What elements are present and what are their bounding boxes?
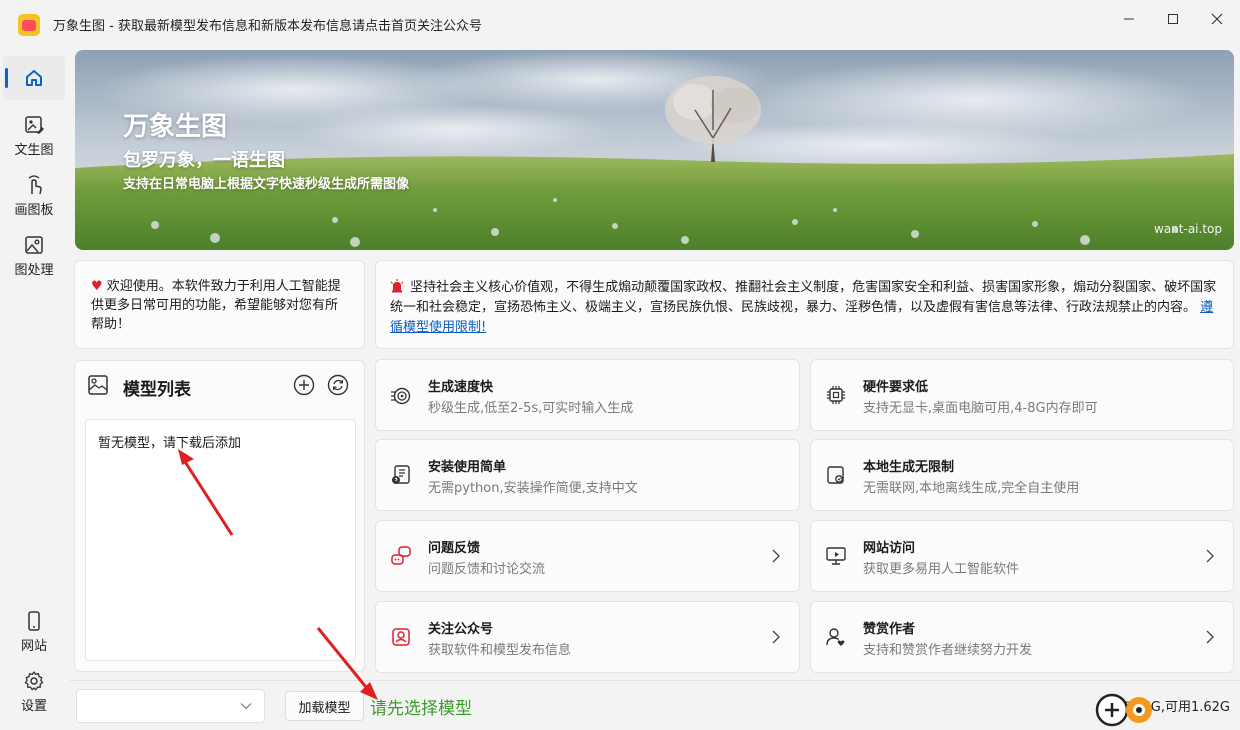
feature-card-install: 安装使用简单 无需python,安装操作简便,支持中文 — [375, 439, 800, 511]
model-list-header: 模型列表 — [75, 361, 364, 409]
feature-title: 硬件要求低 — [863, 380, 929, 395]
welcome-text: 欢迎使用。本软件致力于利用人工智能提供更多日常可用的功能，希望能够对您有所帮助！ — [91, 279, 341, 332]
feature-card-follow-account[interactable]: 关注公众号 获取软件和模型发布信息 — [375, 601, 800, 673]
status-message: 请先选择模型 — [370, 699, 472, 719]
chevron-down-icon — [240, 702, 252, 710]
model-select-dropdown[interactable] — [76, 689, 265, 723]
feature-title: 问题反馈 — [428, 541, 481, 556]
chevron-right-icon — [1205, 549, 1215, 563]
sidebar-item-label: 设置 — [20, 699, 47, 714]
chevron-right-icon — [1205, 630, 1215, 644]
local-icon — [825, 464, 847, 486]
load-model-button[interactable]: 加载模型 — [285, 691, 364, 721]
feature-card-hardware: 硬件要求低 支持无显卡,桌面电脑可用,4-8G内存即可 — [810, 359, 1234, 431]
notice-card: 坚持社会主义核心价值观，不得生成煽动颠覆国家政权、推翻社会主义制度，危害国家安全… — [375, 260, 1234, 349]
close-button[interactable] — [1195, 4, 1239, 34]
sidebar-item-website[interactable]: 网站 — [3, 610, 65, 654]
app-logo-icon — [18, 14, 40, 36]
model-list-body: 暂无模型，请下载后添加 — [85, 419, 356, 661]
feature-card-speed: 生成速度快 秒级生成,低至2-5s,可实时输入生成 — [375, 359, 800, 431]
bottom-status-bar: 加载模型 请先选择模型 内存:16G,可用1.62G — [70, 680, 1240, 730]
empty-model-message: 暂无模型，请下载后添加 — [98, 436, 242, 451]
image-icon — [23, 234, 45, 256]
speed-icon — [390, 384, 412, 406]
feature-card-website[interactable]: 网站访问 获取更多易用人工智能软件 — [810, 520, 1234, 592]
model-list-title: 模型列表 — [123, 380, 191, 400]
sidebar-item-text-to-image[interactable]: 文生图 — [3, 114, 65, 158]
feature-description: 支持和赞赏作者继续努力开发 — [863, 643, 1033, 658]
notice-text: 坚持社会主义核心价值观，不得生成煽动颠覆国家政权、推翻社会主义制度，危害国家安全… — [390, 280, 1217, 315]
feature-description: 问题反馈和讨论交流 — [428, 562, 546, 577]
welcome-card: ♥ 欢迎使用。本软件致力于利用人工智能提供更多日常可用的功能，希望能够对您有所帮… — [74, 260, 365, 349]
window-title: 万象生图 - 获取最新模型发布信息和新版本发布信息请点击首页关注公众号 — [53, 19, 482, 34]
feature-title: 安装使用简单 — [428, 460, 507, 475]
banner-subtitle: 包罗万象，一语生图 — [123, 150, 285, 171]
sidebar-item-home[interactable] — [3, 56, 65, 100]
sidebar-item-label: 文生图 — [14, 143, 54, 158]
feedback-icon — [390, 545, 412, 567]
chevron-right-icon — [771, 549, 781, 563]
sidebar-item-label: 网站 — [20, 639, 47, 654]
feature-description: 获取软件和模型发布信息 — [428, 643, 572, 658]
feature-title: 本地生成无限制 — [863, 460, 955, 475]
feature-title: 生成速度快 — [428, 380, 494, 395]
sidebar-item-label: 画图板 — [14, 203, 54, 218]
banner-description: 支持在日常电脑上根据文字快速秒级生成所需图像 — [123, 177, 410, 192]
feature-description: 无需联网,本地离线生成,完全自主使用 — [863, 481, 1080, 496]
maximize-button[interactable] — [1151, 4, 1195, 34]
feature-description: 支持无显卡,桌面电脑可用,4-8G内存即可 — [863, 401, 1098, 416]
gear-icon — [23, 670, 45, 692]
install-icon — [390, 464, 412, 486]
title-bar: 万象生图 - 获取最新模型发布信息和新版本发布信息请点击首页关注公众号 — [0, 0, 1240, 48]
monitor-icon — [825, 545, 847, 567]
feature-card-local: 本地生成无限制 无需联网,本地离线生成,完全自主使用 — [810, 439, 1234, 511]
sidebar-item-label: 图处理 — [14, 263, 54, 278]
sidebar-item-drawing-board[interactable]: 画图板 — [3, 174, 65, 218]
refresh-icon[interactable] — [327, 374, 349, 396]
user-icon — [825, 626, 847, 648]
model-list-panel: 模型列表 暂无模型，请下载后添加 — [74, 360, 365, 672]
image-edit-icon — [23, 114, 45, 136]
sidebar-item-image-processing[interactable]: 图处理 — [3, 234, 65, 278]
chip-icon — [825, 384, 847, 406]
home-icon — [24, 68, 44, 88]
feature-card-feedback[interactable]: 问题反馈 问题反馈和讨论交流 — [375, 520, 800, 592]
add-model-icon[interactable] — [293, 374, 315, 396]
gallery-icon — [87, 374, 109, 396]
feature-title: 赞赏作者 — [863, 622, 916, 637]
phone-icon — [23, 610, 45, 632]
touch-draw-icon — [23, 174, 45, 196]
alarm-icon — [390, 279, 404, 293]
chevron-right-icon — [771, 630, 781, 644]
heart-icon: ♥ — [91, 279, 103, 294]
banner-url: want-ai.top — [1154, 222, 1222, 236]
sidebar-item-settings[interactable]: 设置 — [3, 670, 65, 714]
wechat-icon — [390, 626, 412, 648]
feature-title: 关注公众号 — [428, 622, 494, 637]
feature-title: 网站访问 — [863, 541, 916, 556]
feature-description: 获取更多易用人工智能软件 — [863, 562, 1020, 577]
feature-description: 无需python,安装操作简便,支持中文 — [428, 481, 638, 496]
watermark-logo — [1095, 693, 1152, 727]
minimize-button[interactable] — [1107, 4, 1151, 34]
banner-title: 万象生图 — [123, 112, 228, 142]
feature-description: 秒级生成,低至2-5s,可实时输入生成 — [428, 401, 634, 416]
hero-banner: 万象生图 包罗万象，一语生图 支持在日常电脑上根据文字快速秒级生成所需图像 wa… — [75, 50, 1234, 250]
active-indicator — [5, 68, 8, 88]
feature-card-donate[interactable]: 赞赏作者 支持和赞赏作者继续努力开发 — [810, 601, 1234, 673]
